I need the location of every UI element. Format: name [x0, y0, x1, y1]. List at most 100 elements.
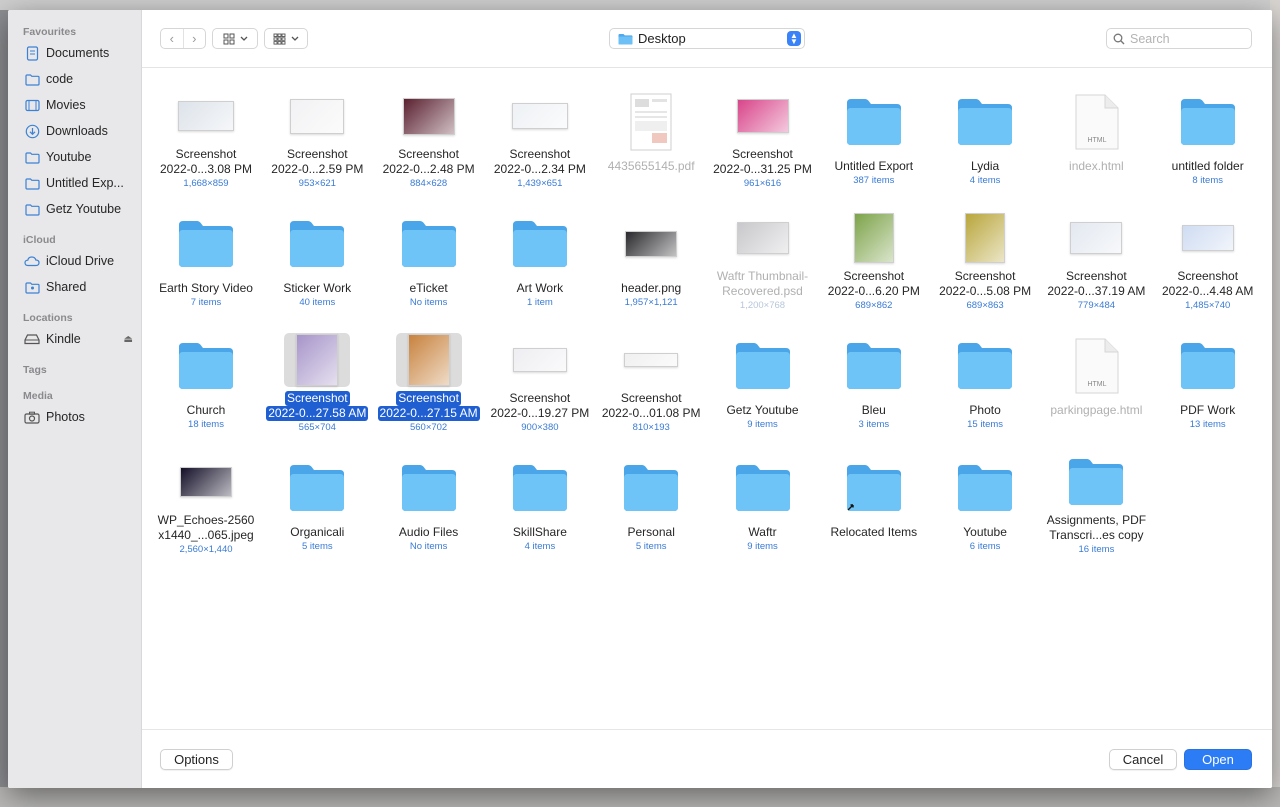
sidebar-item-youtube[interactable]: Youtube: [8, 144, 141, 170]
location-popup[interactable]: Desktop ▲ ▼: [609, 28, 805, 49]
folder-item[interactable]: Getz Youtube 9 items: [709, 315, 817, 433]
folder-item[interactable]: PDF Work 13 items: [1154, 315, 1262, 433]
forward-button[interactable]: ›: [184, 29, 206, 48]
file-meta: 1 item: [526, 297, 553, 308]
search-field[interactable]: [1106, 28, 1252, 49]
file-name-line: Assignments, PDF: [1046, 513, 1147, 527]
file-name-line: 2022-0...2.48 PM: [382, 162, 475, 176]
file-item[interactable]: Screenshot 2022-0...27.15 AM 560×702: [375, 315, 483, 433]
sidebar-item-icloud-drive[interactable]: iCloud Drive: [8, 248, 141, 274]
folder-item[interactable]: Untitled Export 387 items: [820, 71, 928, 189]
file-item[interactable]: Waftr Thumbnail- Recovered.psd 1,200×768: [709, 193, 817, 311]
file-name-line: Youtube: [963, 525, 1007, 539]
sidebar-item-shared[interactable]: Shared: [8, 274, 141, 300]
file-item[interactable]: HTML index.html: [1042, 71, 1150, 189]
file-item[interactable]: WP_Echoes-2560 x1440_...065.jpeg 2,560×1,4…: [152, 437, 260, 555]
group-grid-icon: [273, 33, 286, 45]
folder-item[interactable]: Photo 15 items: [931, 315, 1039, 433]
folder-item[interactable]: SkillShare 4 items: [486, 437, 594, 555]
folder-item[interactable]: Audio Files No items: [375, 437, 483, 555]
file-item[interactable]: Screenshot 2022-0...19.27 PM 900×380: [486, 315, 594, 433]
file-meta: 1,668×859: [183, 178, 229, 189]
file-name-line: Art Work: [516, 281, 564, 295]
file-meta: No items: [409, 297, 448, 308]
thumbnail-preview: [407, 334, 450, 386]
view-mode-button[interactable]: [212, 28, 258, 49]
file-name-line: header.png: [621, 281, 682, 295]
folder-item[interactable]: Art Work 1 item: [486, 193, 594, 311]
folder-item[interactable]: Waftr 9 items: [709, 437, 817, 555]
film-icon: [24, 97, 40, 113]
file-item[interactable]: Screenshot 2022-0...5.08 PM 689×863: [931, 193, 1039, 311]
sidebar-item-code[interactable]: code: [8, 66, 141, 92]
file-item[interactable]: header.png 1,957×1,121: [597, 193, 705, 311]
folder-item[interactable]: Church 18 items: [152, 315, 260, 433]
sidebar-item-downloads[interactable]: Downloads: [8, 118, 141, 144]
file-name-line: Screenshot: [843, 269, 905, 283]
open-button[interactable]: Open: [1184, 749, 1252, 770]
file-item[interactable]: Screenshot 2022-0...31.25 PM 961×616: [709, 71, 817, 189]
folder-item[interactable]: Sticker Work 40 items: [263, 193, 371, 311]
sidebar-item-untitled-exp[interactable]: Untitled Exp...: [8, 170, 141, 196]
file-meta: 1,957×1,121: [624, 297, 678, 308]
folder-item[interactable]: Lydia 4 items: [931, 71, 1039, 189]
file-name-line: Transcri...es copy: [1049, 528, 1144, 542]
sidebar-item-getz-youtube[interactable]: Getz Youtube: [8, 196, 141, 222]
sidebar-item-movies[interactable]: Movies: [8, 92, 141, 118]
file-item[interactable]: Screenshot 2022-0...01.08 PM 810×193: [597, 315, 705, 433]
file-name-line: Photo: [969, 403, 1001, 417]
file-meta: 15 items: [967, 419, 1004, 430]
footer: Options Cancel Open: [142, 729, 1272, 788]
folder-item[interactable]: eTicket No items: [375, 193, 483, 311]
group-by-button[interactable]: [264, 28, 308, 49]
folder-item[interactable]: Youtube 6 items: [931, 437, 1039, 555]
folder-item[interactable]: Personal 5 items: [597, 437, 705, 555]
file-item[interactable]: Screenshot 2022-0...37.19 AM 779×484: [1042, 193, 1150, 311]
file-item[interactable]: Screenshot 2022-0...4.48 AM 1,485×740: [1154, 193, 1262, 311]
file-item[interactable]: 4435655145.pdf: [597, 71, 705, 189]
folder-icon: [24, 149, 40, 165]
folder-item[interactable]: Assignments, PDF Transcri...es copy 16 ite…: [1042, 437, 1150, 555]
cancel-button[interactable]: Cancel: [1109, 749, 1177, 770]
file-name-line: Getz Youtube: [726, 403, 799, 417]
folder-item[interactable]: Bleu 3 items: [820, 315, 928, 433]
file-name-line: Screenshot: [620, 391, 682, 405]
file-name-line: 4435655145.pdf: [607, 159, 695, 173]
sidebar-item-photos[interactable]: Photos: [8, 404, 141, 430]
folder-item[interactable]: Relocated Items: [820, 437, 928, 555]
sidebar-item-kindle[interactable]: Kindle ⏏: [8, 326, 141, 352]
sidebar-item-documents[interactable]: Documents: [8, 40, 141, 66]
file-name: Audio Files: [374, 525, 484, 540]
file-name: parkingpage.html: [1041, 403, 1151, 418]
file-item[interactable]: Screenshot 2022-0...2.59 PM 953×621: [263, 71, 371, 189]
folder-item[interactable]: Organicali 5 items: [263, 437, 371, 555]
file-name: Lydia: [930, 159, 1040, 174]
file-item[interactable]: Screenshot 2022-0...2.34 PM 1,439×651: [486, 71, 594, 189]
folder-item[interactable]: Earth Story Video 7 items: [152, 193, 260, 311]
file-meta: 8 items: [1192, 175, 1223, 186]
back-button[interactable]: ‹: [161, 29, 184, 48]
file-name: Church: [151, 403, 261, 418]
image-thumbnail: [173, 455, 239, 509]
file-item[interactable]: HTML parkingpage.html: [1042, 315, 1150, 433]
file-name-line: parkingpage.html: [1050, 403, 1143, 417]
file-item[interactable]: Screenshot 2022-0...3.08 PM 1,668×859: [152, 71, 260, 189]
folder-icon: [618, 455, 684, 521]
options-button[interactable]: Options: [160, 749, 233, 770]
search-input[interactable]: [1130, 31, 1240, 46]
file-item[interactable]: Screenshot 2022-0...6.20 PM 689×862: [820, 193, 928, 311]
sidebar-section-media: Media: [23, 390, 53, 402]
folder-item[interactable]: untitled folder 8 items: [1154, 71, 1262, 189]
eject-icon[interactable]: ⏏: [124, 334, 133, 345]
file-name-line: Screenshot: [175, 147, 237, 161]
file-item[interactable]: Screenshot 2022-0...27.58 AM 565×704: [263, 315, 371, 433]
file-name: Screenshot 2022-0...19.27 PM: [485, 391, 595, 421]
file-meta: 9 items: [747, 419, 778, 430]
file-name: Screenshot 2022-0...2.48 PM: [374, 147, 484, 177]
file-name: Untitled Export: [819, 159, 929, 174]
file-item[interactable]: Screenshot 2022-0...2.48 PM 884×628: [375, 71, 483, 189]
file-name: Earth Story Video: [151, 281, 261, 296]
file-meta: 560×702: [409, 422, 448, 433]
image-thumbnail: [173, 89, 239, 143]
image-thumbnail: [507, 89, 573, 143]
